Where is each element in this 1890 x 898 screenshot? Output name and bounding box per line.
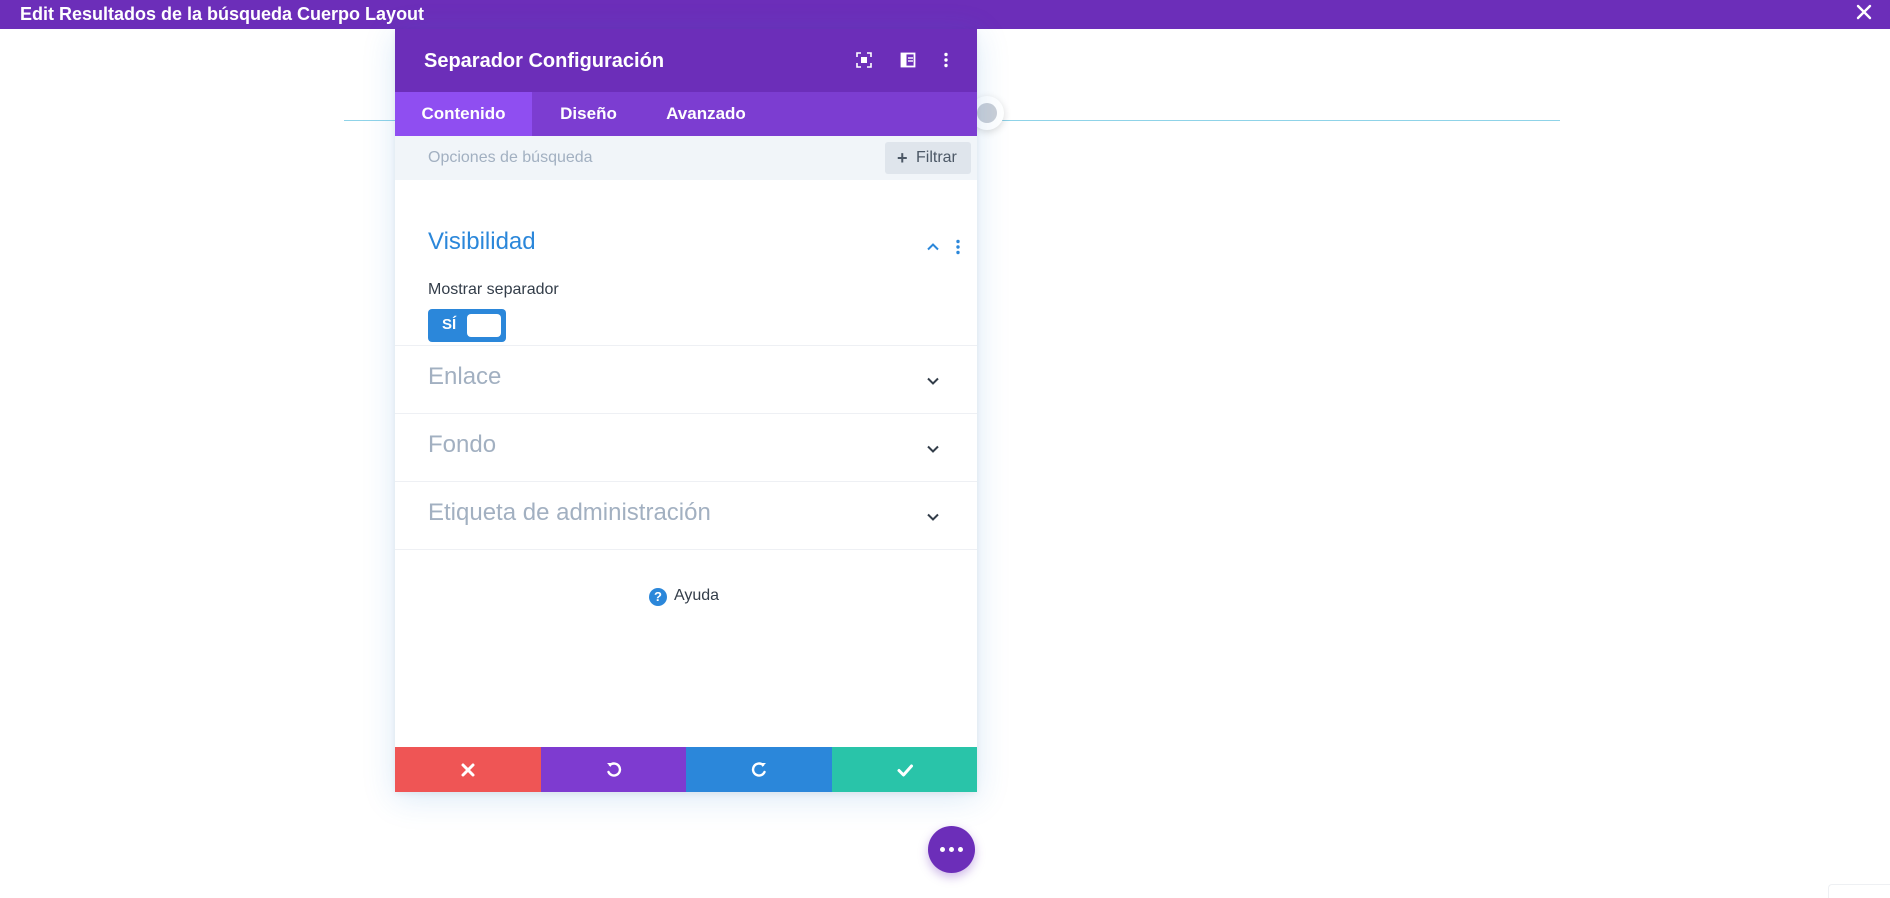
section-visibilidad: Visibilidad Mostrar separador SÍ: [395, 180, 977, 346]
filter-label: Filtrar: [916, 149, 957, 166]
section-title-etiqueta: Etiqueta de administración: [428, 499, 711, 526]
chevron-down-icon[interactable]: [925, 441, 941, 457]
gear-icon: [977, 103, 997, 123]
chevron-down-icon[interactable]: [925, 373, 941, 389]
redo-button[interactable]: [686, 747, 832, 792]
section-fondo[interactable]: Fondo: [395, 414, 977, 482]
cancel-button[interactable]: [395, 747, 541, 792]
modal-header[interactable]: Separador Configuración: [395, 29, 977, 92]
chevron-down-icon[interactable]: [925, 509, 941, 525]
settings-tabs: Contenido Diseño Avanzado: [395, 92, 977, 136]
section-options-icon[interactable]: [955, 238, 961, 256]
modal-footer: [395, 747, 977, 792]
section-title-fondo: Fondo: [428, 431, 497, 458]
show-divider-label: Mostrar separador: [428, 281, 559, 298]
plus-icon: +: [897, 148, 908, 168]
more-options-icon[interactable]: [936, 50, 956, 70]
modal-title: Separador Configuración: [424, 50, 665, 72]
fullscreen-icon[interactable]: [854, 50, 874, 70]
settings-modal: Separador Configuración Contenido Diseño…: [395, 29, 977, 792]
split-view-icon[interactable]: [898, 50, 918, 70]
filter-button[interactable]: + Filtrar: [885, 142, 971, 174]
tab-avanzado[interactable]: Avanzado: [645, 92, 767, 136]
show-divider-toggle[interactable]: SÍ: [428, 309, 506, 342]
more-dots-icon: [940, 847, 963, 852]
undo-icon: [606, 762, 621, 777]
close-icon[interactable]: [1852, 0, 1876, 24]
add-module-button[interactable]: [928, 826, 975, 873]
toggle-knob: [467, 314, 501, 337]
search-input[interactable]: Opciones de búsqueda: [428, 149, 593, 167]
layout-title: Edit Resultados de la búsqueda Cuerpo La…: [20, 4, 425, 24]
help-icon: ?: [649, 588, 667, 606]
tab-diseno[interactable]: Diseño: [532, 92, 645, 136]
tab-contenido[interactable]: Contenido: [395, 92, 532, 136]
options-search-bar: Opciones de búsqueda + Filtrar: [395, 136, 977, 180]
corner-widget: [1828, 884, 1890, 898]
section-title-enlace: Enlace: [428, 363, 502, 390]
section-etiqueta-administracion[interactable]: Etiqueta de administración: [395, 482, 977, 550]
section-title-visibilidad[interactable]: Visibilidad: [428, 227, 536, 257]
redo-icon: [751, 762, 766, 777]
undo-button[interactable]: [540, 747, 686, 792]
close-icon: [461, 763, 475, 777]
help-label: Ayuda: [674, 587, 720, 604]
save-button[interactable]: [831, 747, 977, 792]
chevron-up-icon[interactable]: [925, 239, 941, 255]
check-icon: [897, 764, 913, 777]
builder-topbar: Edit Resultados de la búsqueda Cuerpo La…: [0, 0, 1890, 29]
toggle-label: SÍ: [442, 316, 457, 333]
section-enlace[interactable]: Enlace: [395, 346, 977, 414]
